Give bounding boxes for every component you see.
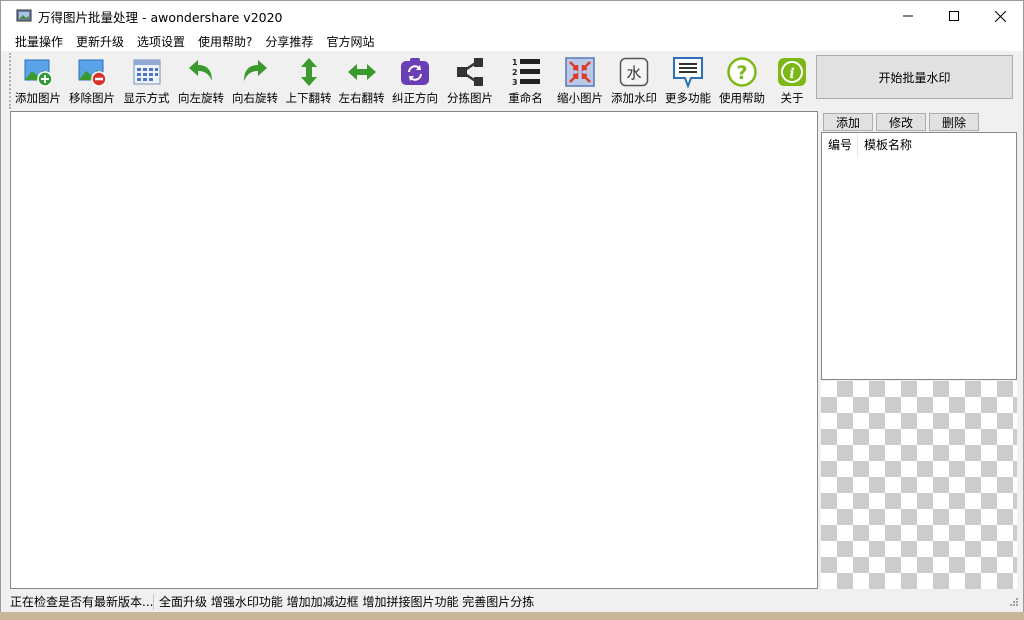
status-update-check: 正在检查是否有最新版本..... (1, 593, 154, 610)
correct-orientation-button[interactable]: 纠正方向 (388, 53, 442, 107)
sort-images-icon (454, 56, 486, 88)
remove-image-label: 移除图片 (69, 91, 115, 105)
app-icon (16, 8, 32, 24)
resize-grip-icon[interactable] (1007, 597, 1019, 609)
template-list-header: 编号 模板名称 (822, 133, 1016, 157)
rename-label: 重命名 (508, 91, 543, 105)
window-controls (885, 1, 1023, 31)
shrink-image-button[interactable]: 缩小图片 (553, 53, 607, 107)
watermark-preview (821, 381, 1017, 589)
sort-images-label: 分拣图片 (447, 91, 493, 105)
column-header-template-name[interactable]: 模板名称 (858, 133, 912, 157)
template-add-button[interactable]: 添加 (823, 113, 873, 131)
flip-horizontal-label: 左右翻转 (338, 91, 385, 105)
more-features-button[interactable]: 更多功能 (661, 53, 715, 107)
rotate-right-label: 向右旋转 (232, 91, 278, 105)
app-window: 万得图片批量处理 - awondershare v2020 批量操作 更新升级 … (0, 0, 1024, 612)
shrink-image-icon (564, 56, 596, 88)
more-features-icon (672, 56, 704, 88)
flip-vertical-label: 上下翻转 (285, 91, 332, 105)
template-list[interactable]: 编号 模板名称 (821, 132, 1017, 380)
correct-orientation-icon (399, 56, 431, 88)
sort-images-button[interactable]: 分拣图片 (442, 53, 498, 107)
flip-horizontal-icon (346, 56, 378, 88)
add-image-label: 添加图片 (15, 91, 61, 105)
correct-orientation-label: 纠正方向 (392, 91, 438, 105)
window-title: 万得图片批量处理 - awondershare v2020 (38, 9, 283, 25)
about-button[interactable]: i 关于 (769, 53, 815, 107)
column-header-number[interactable]: 编号 (822, 133, 858, 157)
maximize-icon (949, 11, 959, 21)
add-watermark-button[interactable]: 水 添加水印 (607, 53, 661, 107)
shrink-image-label: 缩小图片 (557, 91, 603, 105)
flip-horizontal-button[interactable]: 左右翻转 (335, 53, 388, 107)
add-watermark-label: 添加水印 (611, 91, 657, 105)
flip-vertical-button[interactable]: 上下翻转 (282, 53, 335, 107)
view-mode-icon (131, 56, 163, 88)
more-features-label: 更多功能 (665, 91, 711, 105)
toolbar: 添加图片 移除图片 显示方式 向左旋转 向右旋转 上下翻转 左右翻转 纠正方向 … (9, 53, 815, 109)
svg-text:?: ? (736, 62, 747, 84)
add-image-button[interactable]: 添加图片 (11, 53, 65, 107)
close-icon (994, 10, 1006, 22)
start-batch-watermark-button[interactable]: 开始批量水印 (816, 55, 1013, 99)
menu-batch-ops[interactable]: 批量操作 (9, 33, 69, 50)
help-button[interactable]: ? 使用帮助 (715, 53, 769, 107)
menu-help[interactable]: 使用帮助? (192, 33, 258, 50)
info-icon: i (776, 56, 808, 88)
rotate-left-label: 向左旋转 (178, 91, 224, 105)
svg-text:3: 3 (512, 78, 518, 87)
menu-share[interactable]: 分享推荐 (259, 33, 319, 50)
about-label: 关于 (780, 91, 804, 105)
title-bar: 万得图片批量处理 - awondershare v2020 (1, 1, 1023, 31)
remove-image-button[interactable]: 移除图片 (65, 53, 119, 107)
rename-button[interactable]: 1 2 3 重命名 (498, 53, 553, 107)
status-bar: 正在检查是否有最新版本..... 全面升级 增强水印功能 增加加减边框 增加拼接… (1, 591, 1023, 612)
add-image-icon (22, 56, 54, 88)
template-buttons: 添加 修改 删除 (823, 113, 982, 131)
close-button[interactable] (977, 1, 1023, 31)
rotate-right-button[interactable]: 向右旋转 (228, 53, 282, 107)
rotate-left-button[interactable]: 向左旋转 (174, 53, 228, 107)
watermark-icon: 水 (618, 56, 650, 88)
svg-text:水: 水 (626, 64, 641, 82)
flip-vertical-icon (293, 56, 325, 88)
help-icon: ? (726, 56, 758, 88)
maximize-button[interactable] (931, 1, 977, 31)
status-changelog: 全面升级 增强水印功能 增加加减边框 增加拼接图片功能 完善图片分拣 (159, 595, 535, 609)
menu-bar: 批量操作 更新升级 选项设置 使用帮助? 分享推荐 官方网站 (1, 31, 1023, 51)
template-edit-button[interactable]: 修改 (876, 113, 926, 131)
svg-text:i: i (789, 66, 794, 82)
minimize-icon (903, 15, 913, 17)
view-mode-label: 显示方式 (123, 91, 170, 105)
menu-options[interactable]: 选项设置 (131, 33, 191, 50)
menu-website[interactable]: 官方网站 (320, 33, 380, 50)
rotate-left-icon (185, 56, 217, 88)
menu-update[interactable]: 更新升级 (70, 33, 130, 50)
minimize-button[interactable] (885, 1, 931, 31)
svg-text:1: 1 (512, 58, 518, 67)
help-label: 使用帮助 (719, 91, 765, 105)
remove-image-icon (76, 56, 108, 88)
image-list-panel[interactable] (10, 111, 818, 589)
view-mode-button[interactable]: 显示方式 (119, 53, 174, 107)
rotate-right-icon (239, 56, 271, 88)
template-delete-button[interactable]: 删除 (929, 113, 979, 131)
rename-list-icon: 1 2 3 (510, 56, 542, 88)
svg-text:2: 2 (512, 68, 518, 77)
